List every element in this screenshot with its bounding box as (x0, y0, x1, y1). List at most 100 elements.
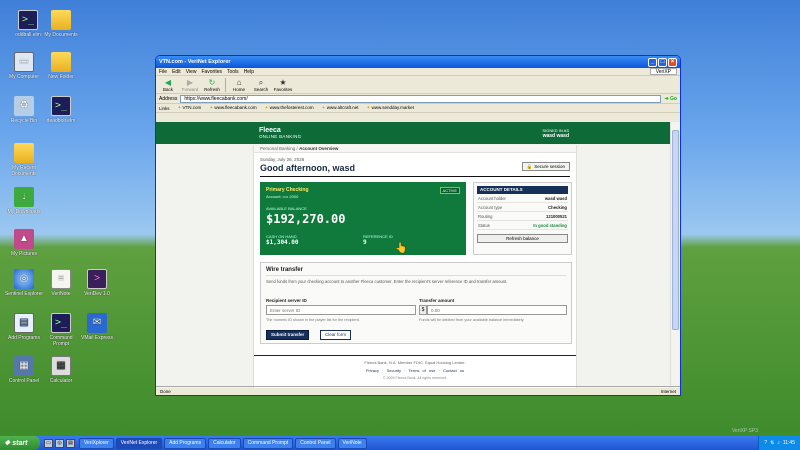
vertical-scrollbar[interactable] (670, 122, 680, 388)
go-button[interactable]: ➜ Go (664, 96, 677, 102)
address-label: Address (159, 95, 178, 102)
desktop-icon-label: Recycle Bin (10, 118, 38, 124)
clear-form-button[interactable]: Clear form (320, 330, 352, 340)
my-computer-icon[interactable]: ▭ My Computer (4, 52, 44, 80)
footer-link-security[interactable]: Security (387, 368, 401, 373)
minimize-button[interactable]: _ (648, 57, 657, 67)
task-calculator[interactable]: Calculator (208, 437, 241, 449)
menu-help[interactable]: Help (244, 69, 254, 75)
deadbolt-file-icon[interactable]: >_ deadbolt.elm (41, 96, 81, 124)
desktop-icon-label: Add Programs (8, 335, 40, 341)
link-altcraft[interactable]: www.altcraft.net (322, 105, 359, 111)
my-downloads-glyph-icon: ↓ (14, 187, 34, 207)
task-label: VeriNote (342, 440, 362, 446)
amount-help: Funds will be debited from your availabl… (419, 318, 525, 322)
command-prompt-glyph-icon: >_ (51, 313, 71, 333)
recipient-server-id-input[interactable] (266, 305, 416, 315)
detail-value: Checking (548, 204, 567, 210)
refresh-button[interactable]: ↻ Refresh (203, 78, 221, 92)
recipient-label: Recipient server ID (266, 298, 307, 303)
command-prompt-icon[interactable]: >_ Command Prompt (41, 313, 81, 347)
recent-documents-icon[interactable]: My Recent Documents (4, 143, 44, 177)
back-button[interactable]: ◀ Back (159, 78, 177, 92)
task-label: VeriNet Explorer (120, 440, 158, 446)
clock: 11:45 (782, 440, 795, 446)
search-button[interactable]: ⌕ Search (252, 78, 270, 92)
task-add-programs[interactable]: Add Programs (164, 437, 207, 449)
address-input[interactable] (180, 94, 662, 103)
task-verinet-explorer[interactable]: VeriNet Explorer (115, 437, 163, 449)
my-documents-icon[interactable]: My Documents (41, 10, 81, 38)
close-button[interactable]: × (668, 57, 677, 67)
menu-file[interactable]: File (159, 69, 167, 75)
link-sendday[interactable]: www.sendday.market (366, 105, 414, 111)
link-thefosterest[interactable]: www.thefosterest.com (265, 105, 314, 111)
desktop-icon-label: New Folder (48, 74, 74, 80)
network-icon[interactable]: ⇅ (770, 440, 774, 446)
breadcrumb-root[interactable]: Personal Banking (260, 146, 295, 151)
veridev-icon[interactable]: > VeriDev 1.0 (77, 269, 117, 297)
transfer-amount-input[interactable] (427, 305, 567, 315)
link-fleecabank[interactable]: www.fleecabank.com (209, 105, 256, 111)
show-desktop-icon[interactable]: ▭ (44, 438, 53, 448)
task-verixplorer[interactable]: VeriXplorer (79, 437, 114, 449)
start-button[interactable]: ❖ start (0, 436, 40, 450)
wire-transfer-panel: Wire transfer Send funds from your check… (260, 262, 572, 344)
refresh-balance-button[interactable]: Refresh balance (477, 234, 568, 243)
calculator-glyph-icon: ▦ (51, 356, 71, 376)
bank-logo[interactable]: Fleeca ONLINE BANKING (259, 127, 301, 139)
my-pictures-icon[interactable]: ▲ My Pictures (4, 229, 44, 257)
desktop-icon-label: Sentinel Explorer (4, 291, 44, 297)
quick-browser-icon[interactable]: ◎ (55, 438, 64, 448)
favorites-button[interactable]: ★ Favorites (274, 78, 293, 92)
task-command-prompt[interactable]: Command Prompt (242, 437, 294, 449)
forward-button[interactable]: ▶ Forward (181, 78, 199, 92)
menu-favorites[interactable]: Favorites (201, 69, 222, 75)
add-programs-icon[interactable]: ▤ Add Programs (4, 313, 44, 341)
footer-link-privacy[interactable]: Privacy (366, 368, 379, 373)
verinote-icon[interactable]: ≡ VeriNote (41, 269, 81, 297)
recycle-bin-icon[interactable]: ♻ Recycle Bin (4, 96, 44, 124)
account-details-list: Account holder wasd wasd Account type Check… (477, 194, 568, 230)
page-title: Good afternoon, wasd (260, 163, 356, 173)
menu-view[interactable]: View (186, 69, 197, 75)
recent-documents-glyph-icon (14, 143, 34, 163)
title-divider (260, 176, 570, 177)
footer-link-contact[interactable]: Contact us (443, 368, 464, 373)
vmail-icon[interactable]: ✉ VMail Express (77, 313, 117, 341)
footer-links: Privacy · Security · Terms of use · Cont… (365, 368, 465, 373)
secure-session-button[interactable]: 🔒 Secure session (521, 162, 570, 171)
submit-transfer-button[interactable]: Submit transfer (266, 330, 310, 340)
task-control-panel[interactable]: Control Panel (295, 437, 336, 449)
links-bar: Links VTN.com www.fleecabank.com www.the… (156, 104, 680, 113)
status-text: Done (160, 388, 171, 394)
bank-footer: Fleeca Bank, N.A. Member FDIC. Equal Hou… (254, 355, 576, 380)
task-label: Control Panel (300, 440, 331, 446)
menu-tools[interactable]: Tools (227, 69, 239, 75)
help-icon[interactable]: ? (764, 440, 767, 446)
desktop-icon-label: My Recent Documents (11, 165, 37, 177)
sentinel-explorer-icon[interactable]: ◎ Sentinel Explorer (4, 269, 44, 297)
link-vtn[interactable]: VTN.com (178, 105, 202, 111)
detail-row: Account type Checking (477, 203, 568, 212)
maximize-button[interactable]: □ (658, 57, 667, 67)
task-verinote[interactable]: VeriNote (337, 437, 367, 449)
wire-transfer-title: Wire transfer (266, 267, 566, 276)
home-icon: ⌂ (236, 77, 242, 87)
detail-row: Routing 121000521 (477, 212, 568, 221)
calculator-icon[interactable]: ▦ Calculator (41, 356, 81, 384)
new-folder-icon[interactable]: New Folder (41, 52, 81, 80)
menu-edit[interactable]: Edit (172, 69, 181, 75)
window-titlebar[interactable]: VTN.com - VeriNet Explorer _ □ × (156, 56, 680, 68)
desktop-icon-label: VMail Express (81, 335, 113, 341)
search-icon: ⌕ (258, 77, 264, 87)
go-arrow-icon: ➜ (664, 95, 669, 102)
signed-in-user: wasd wasd (542, 132, 569, 139)
quick-folder-icon[interactable]: ▤ (66, 438, 75, 448)
footer-link-terms[interactable]: Terms of use (409, 368, 436, 373)
scrollbar-thumb[interactable] (672, 130, 679, 330)
volume-icon[interactable]: ♪ (777, 440, 780, 446)
home-button[interactable]: ⌂ Home (230, 78, 248, 92)
my-downloads-icon[interactable]: ↓ My Downloads (4, 187, 44, 215)
control-panel-icon[interactable]: ▦ Control Panel (4, 356, 44, 384)
